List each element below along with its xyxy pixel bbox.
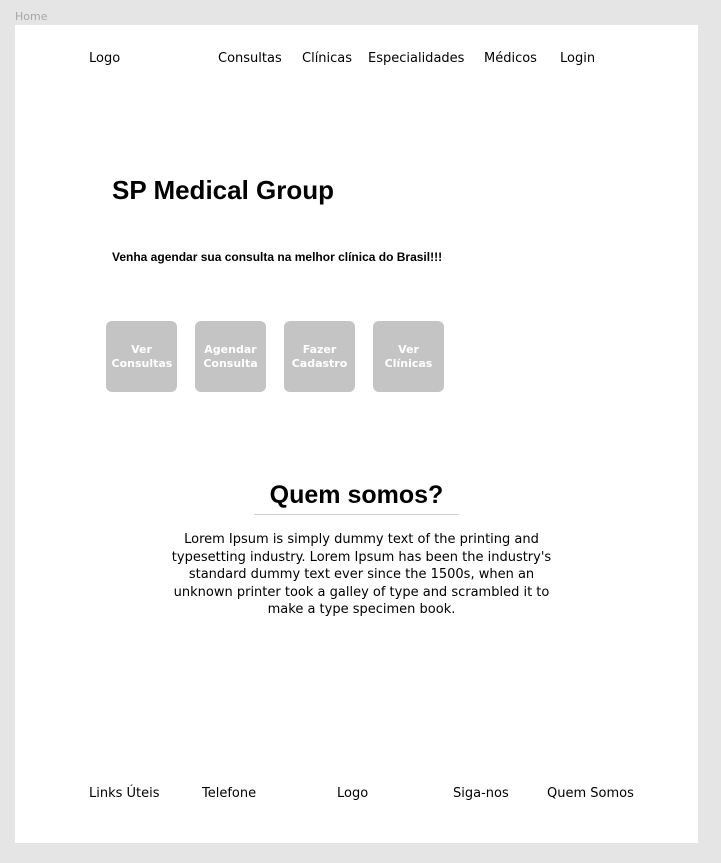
nav-link-clinicas[interactable]: Clínicas (302, 51, 352, 66)
about-title: Quem somos? (269, 481, 444, 509)
ver-consultas-button[interactable]: Ver Consultas (106, 321, 177, 392)
ver-clinicas-label: Ver Clínicas (384, 342, 433, 370)
frame-label: Home (15, 10, 48, 23)
footer-quem-somos[interactable]: Quem Somos (547, 786, 634, 801)
agendar-consulta-button[interactable]: Agendar Consulta (195, 321, 266, 392)
about-text: Lorem Ipsum is simply dummy text of the … (171, 532, 552, 617)
ver-clinicas-button[interactable]: Ver Clínicas (373, 321, 444, 392)
fazer-cadastro-button[interactable]: Fazer Cadastro (284, 321, 355, 392)
nav-link-consultas[interactable]: Consultas (218, 51, 282, 66)
nav-link-login[interactable]: Login (560, 51, 595, 66)
header-logo[interactable]: Logo (89, 51, 120, 66)
hero-title: SP Medical Group (112, 175, 335, 205)
home-page: Logo Consultas Clínicas Especialidades M… (15, 25, 698, 843)
footer-telefone[interactable]: Telefone (202, 786, 256, 801)
footer-links-uteis[interactable]: Links Úteis (89, 786, 160, 801)
footer-siga-nos[interactable]: Siga-nos (453, 786, 509, 801)
ver-consultas-label: Ver Consultas (111, 342, 173, 370)
nav-link-especialidades[interactable]: Especialidades (368, 51, 464, 66)
agendar-consulta-label: Agendar Consulta (203, 342, 258, 370)
about-title-divider (254, 514, 459, 515)
hero-subtitle: Venha agendar sua consulta na melhor clí… (112, 250, 443, 264)
fazer-cadastro-label: Fazer Cadastro (291, 342, 348, 370)
footer-logo[interactable]: Logo (337, 786, 368, 801)
nav-link-medicos[interactable]: Médicos (484, 51, 537, 66)
